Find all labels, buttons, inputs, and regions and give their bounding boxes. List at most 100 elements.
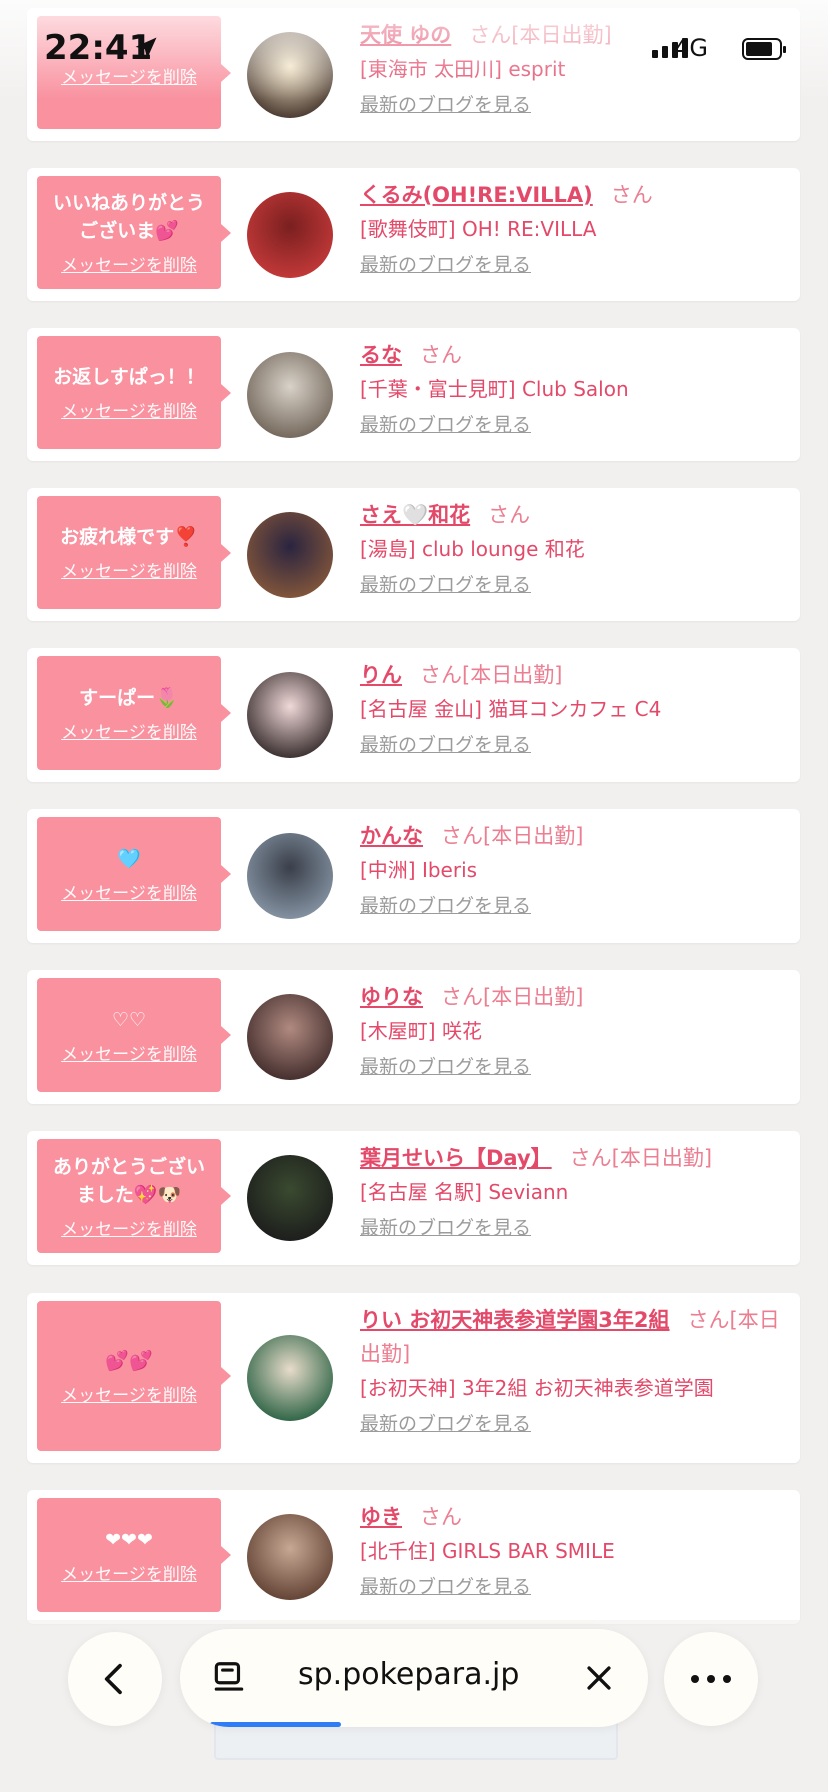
cast-name-link[interactable]: ゆき [360,1505,402,1529]
cast-suffix: さん [610,183,653,207]
message-text: いいねありがとう ございま💕 [52,192,205,242]
cast-name-link[interactable]: りん [360,663,402,687]
cast-info: ゆき さん [北千住] GIRLS BAR SMILE 最新のブログを見る [360,1500,790,1602]
cast-suffix: さん [420,1505,462,1529]
message-bubble: すーぱー🌷 メッセージを削除 [37,656,231,770]
latest-blog-link[interactable]: 最新のブログを見る [360,250,531,280]
avatar[interactable] [247,994,333,1080]
message-text: ❤❤❤ [105,1528,153,1551]
message-text: ♡♡ [111,1008,147,1031]
avatar[interactable] [247,1335,333,1421]
message-bubble: 💕💕 メッセージを削除 [37,1301,231,1451]
shop-name: [北千住] GIRLS BAR SMILE [360,1539,615,1563]
latest-blog-link[interactable]: 最新のブログを見る [360,730,531,760]
delete-message-link[interactable]: メッセージを削除 [61,397,197,422]
more-button[interactable] [664,1632,758,1726]
cast-name-link[interactable]: 葉月せいら【Day】 [360,1146,552,1170]
address-bar[interactable]: sp.pokepara.jp [180,1629,648,1727]
latest-blog-link[interactable]: 最新のブログを見る [360,570,531,600]
message-text: お返しすぱっ！！ [53,366,205,388]
location-arrow-icon [135,37,157,59]
name-line: ゆき さん [360,1500,790,1534]
list-item: ありがとうござい ました💖🐶 メッセージを削除 葉月せいら【Day】 さん[本日出勤]… [27,1131,800,1265]
delete-message-link[interactable]: メッセージを削除 [61,557,197,582]
battery-icon [742,38,786,60]
reader-mode-icon[interactable] [210,1659,248,1697]
back-button[interactable] [68,1632,162,1726]
latest-blog-link[interactable]: 最新のブログを見る [360,1572,531,1602]
delete-message-link[interactable]: メッセージを削除 [61,1381,197,1406]
chevron-left-icon [104,1663,122,1695]
latest-blog-link[interactable]: 最新のブログを見る [360,1052,531,1082]
avatar[interactable] [247,672,333,758]
delete-message-link[interactable]: メッセージを削除 [61,1040,197,1065]
cast-name-link[interactable]: ゆりな [360,985,423,1009]
network-type: 4G [674,34,708,62]
cast-name-link[interactable]: かんな [360,824,423,848]
delete-message-link[interactable]: メッセージを削除 [61,879,197,904]
message-bubble: ❤❤❤ メッセージを削除 [37,1498,231,1612]
cast-name-link[interactable]: くるみ(OH!RE:VILLA) [360,183,593,207]
avatar[interactable] [247,192,333,278]
delete-message-link[interactable]: メッセージを削除 [61,718,197,743]
more-dots-icon [691,1675,731,1683]
delete-message-link[interactable]: メッセージを削除 [61,251,197,276]
url-text[interactable]: sp.pokepara.jp [298,1657,519,1692]
message-bubble: ありがとうござい ました💖🐶 メッセージを削除 [37,1139,231,1253]
avatar[interactable] [247,512,333,598]
list-item: いいねありがとう ございま💕 メッセージを削除 くるみ(OH!RE:VILLA) さん… [27,168,800,301]
shop-name: [湯島] club lounge 和花 [360,537,585,561]
list-item: お返しすぱっ！！ メッセージを削除 るな さん [千葉・富士見町] Club Salon… [27,328,800,461]
avatar[interactable] [247,833,333,919]
name-line: りん さん[本日出勤] [360,658,790,692]
cast-suffix: さん[本日出勤] [441,824,584,848]
shop-name: [名古屋 名駅] Seviann [360,1180,569,1204]
name-line: るな さん [360,338,790,372]
message-bubble: 🩵 メッセージを削除 [37,817,231,931]
delete-message-link[interactable]: メッセージを削除 [61,1560,197,1585]
close-icon[interactable] [582,1661,616,1695]
cast-info: るな さん [千葉・富士見町] Club Salon 最新のブログを見る [360,338,790,440]
cast-name-link[interactable]: りい お初天神表参道学園3年2組 [360,1308,670,1332]
message-text: 🩵 [117,847,141,870]
cast-info: さえ🤍和花 さん [湯島] club lounge 和花 最新のブログを見る [360,498,790,600]
shop-name: [歌舞伎町] OH! RE:VILLA [360,217,597,241]
cast-info: くるみ(OH!RE:VILLA) さん [歌舞伎町] OH! RE:VILLA 最新の… [360,178,790,280]
avatar[interactable] [247,1514,333,1600]
cast-name-link[interactable]: るな [360,343,402,367]
name-line: ゆりな さん[本日出勤] [360,980,790,1014]
message-bubble: お疲れ様です❣️ メッセージを削除 [37,496,231,609]
cast-info: かんな さん[本日出勤] [中洲] Iberis 最新のブログを見る [360,819,790,921]
cast-info: 葉月せいら【Day】 さん[本日出勤] [名古屋 名駅] Seviann 最新のブログ… [360,1141,790,1243]
message-text: 💕💕 [105,1349,153,1372]
shop-name: [名古屋 金山] 猫耳コンカフェ C4 [360,697,662,721]
cast-name-link[interactable]: さえ🤍和花 [360,503,470,527]
message-bubble: お返しすぱっ！！ メッセージを削除 [37,336,231,449]
cast-info: りん さん[本日出勤] [名古屋 金山] 猫耳コンカフェ C4 最新のブログを見る [360,658,790,760]
shop-name: [お初天神] 3年2組 お初天神表参道学園 [360,1376,714,1400]
shop-name: [木屋町] 咲花 [360,1019,482,1043]
list-item: ❤❤❤ メッセージを削除 ゆき さん [北千住] GIRLS BAR SMILE 最新のブ… [27,1490,800,1624]
name-line: かんな さん[本日出勤] [360,819,790,853]
cast-suffix: さん[本日出勤] [441,985,584,1009]
message-bubble: いいねありがとう ございま💕 メッセージを削除 [37,176,231,289]
page-load-progress [210,1722,341,1727]
status-bar: 22:41 4G [0,0,828,100]
avatar[interactable] [247,1155,333,1241]
cast-suffix: さん[本日出勤] [420,663,563,687]
latest-blog-link[interactable]: 最新のブログを見る [360,891,531,921]
message-text: お疲れ様です❣️ [60,526,198,548]
list-item: お疲れ様です❣️ メッセージを削除 さえ🤍和花 さん [湯島] club lounge … [27,488,800,621]
avatar[interactable] [247,352,333,438]
latest-blog-link[interactable]: 最新のブログを見る [360,1409,531,1439]
latest-blog-link[interactable]: 最新のブログを見る [360,1213,531,1243]
cast-info: ゆりな さん[本日出勤] [木屋町] 咲花最新のブログを見る [360,980,790,1082]
name-line: りい お初天神表参道学園3年2組 さん[本日出勤] [360,1303,790,1371]
cast-suffix: さん [420,343,462,367]
delete-message-link[interactable]: メッセージを削除 [61,1215,197,1240]
list-item: 💕💕 メッセージを削除 りい お初天神表参道学園3年2組 さん[本日出勤] [お初天神]… [27,1293,800,1463]
list-item: すーぱー🌷 メッセージを削除 りん さん[本日出勤] [名古屋 金山] 猫耳コンカフェ … [27,648,800,782]
message-text: ありがとうござい ました💖🐶 [52,1155,205,1206]
shop-name: [千葉・富士見町] Club Salon [360,377,629,401]
latest-blog-link[interactable]: 最新のブログを見る [360,410,531,440]
